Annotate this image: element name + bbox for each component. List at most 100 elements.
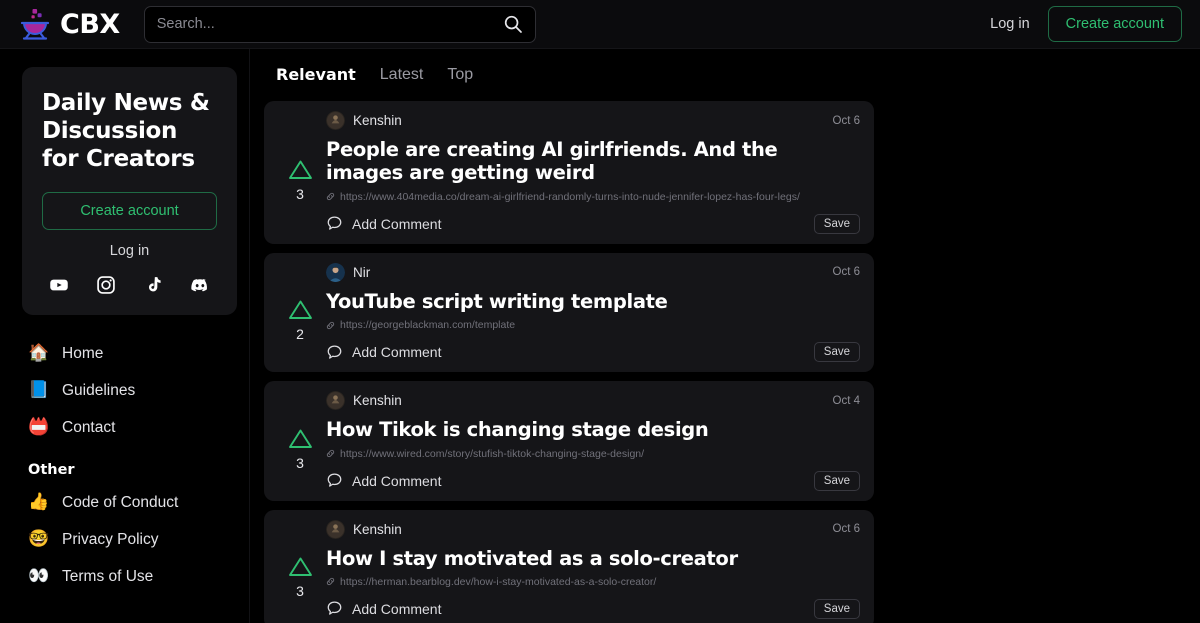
- save-button[interactable]: Save: [813, 213, 860, 234]
- comment-bubble-icon: [327, 216, 342, 230]
- post-title[interactable]: How I stay motivated as a solo-creator: [326, 547, 860, 570]
- sidebar-item-label: Privacy Policy: [62, 530, 159, 548]
- top-bar-actions: Log in Create account: [990, 6, 1182, 42]
- login-link[interactable]: Log in: [990, 16, 1030, 32]
- post-feed: 3 Kenshin Oct 6 People are creating AI g: [264, 101, 874, 623]
- post-header: Kenshin Oct 4: [326, 391, 860, 411]
- youtube-icon[interactable]: [49, 275, 69, 295]
- brand-logo[interactable]: CBX: [18, 7, 120, 41]
- add-comment-button[interactable]: Add Comment: [326, 215, 441, 232]
- discord-icon[interactable]: [190, 275, 210, 295]
- search-bar[interactable]: [143, 5, 536, 43]
- sidebar-nav: 🏠 Home 📘 Guidelines 📛 Contact Other 👍 Co…: [0, 335, 249, 595]
- add-comment-button[interactable]: Add Comment: [326, 600, 441, 617]
- search-input[interactable]: [156, 16, 503, 32]
- post-url[interactable]: https://georgeblackman.com/template: [326, 319, 860, 331]
- eyes-icon: 👀: [28, 566, 50, 587]
- post-author[interactable]: Nir: [353, 265, 370, 280]
- save-button[interactable]: Save: [813, 470, 860, 491]
- post-card[interactable]: 2 Nir Oct 6 YouTube script writing templ: [264, 252, 874, 373]
- sidebar-item-label: Terms of Use: [62, 567, 154, 585]
- link-icon: [326, 193, 335, 201]
- sidebar-item-contact[interactable]: 📛 Contact: [28, 409, 249, 446]
- link-icon: [326, 449, 335, 458]
- sidebar-item-label: Home: [62, 344, 104, 362]
- sidebar-item-label: Contact: [62, 418, 116, 436]
- comment-bubble-icon: [327, 473, 342, 487]
- post-url-text: https://georgeblackman.com/template: [340, 319, 516, 332]
- post-footer: Add Comment Save: [326, 213, 860, 234]
- post-header: Kenshin Oct 6: [326, 519, 860, 539]
- nir-avatar[interactable]: [326, 262, 345, 282]
- post-author[interactable]: Kenshin: [353, 522, 402, 537]
- create-account-button[interactable]: Create account: [1047, 6, 1182, 42]
- blue-book-icon: 📘: [28, 380, 50, 401]
- vote-control[interactable]: 3: [274, 520, 326, 619]
- post-title[interactable]: YouTube script writing template: [326, 290, 860, 313]
- upvote-triangle-icon[interactable]: [287, 158, 314, 182]
- save-button[interactable]: Save: [813, 342, 860, 363]
- name-badge-icon: 📛: [28, 417, 50, 438]
- vote-count: 2: [296, 326, 304, 343]
- comment-bubble-icon: [327, 345, 342, 359]
- promo-card: Daily News & Discussion for Creators Cre…: [22, 67, 237, 316]
- tab-relevant[interactable]: Relevant: [276, 65, 356, 84]
- kenshin-avatar[interactable]: [326, 519, 345, 539]
- post-card[interactable]: 3 Kenshin Oct 6 People are creating AI g: [264, 101, 874, 244]
- vote-control[interactable]: 3: [274, 111, 326, 234]
- link-icon: [326, 578, 335, 586]
- tab-top[interactable]: Top: [447, 66, 473, 84]
- comment-bubble-icon: [327, 601, 342, 616]
- vote-control[interactable]: 3: [274, 391, 326, 490]
- instagram-icon[interactable]: [96, 275, 116, 295]
- sidebar-item-home[interactable]: 🏠 Home: [28, 335, 249, 372]
- post-url-text: https://www.wired.com/story/stufish-tikt…: [340, 447, 645, 460]
- add-comment-label: Add Comment: [352, 472, 442, 489]
- post-url-text: https://www.404media.co/dream-ai-girlfri…: [340, 190, 800, 203]
- post-date: Oct 6: [832, 266, 860, 279]
- post-author[interactable]: Kenshin: [353, 113, 402, 128]
- search-icon[interactable]: [503, 14, 523, 34]
- kenshin-avatar[interactable]: [326, 391, 345, 411]
- kenshin-avatar[interactable]: [326, 111, 345, 130]
- post-url[interactable]: https://www.404media.co/dream-ai-girlfri…: [326, 191, 860, 203]
- sidebar-item-guidelines[interactable]: 📘 Guidelines: [28, 372, 249, 409]
- vote-count: 3: [296, 186, 304, 203]
- add-comment-button[interactable]: Add Comment: [326, 344, 441, 361]
- post-url[interactable]: https://herman.bearblog.dev/how-i-stay-m…: [326, 576, 860, 588]
- post-body: Kenshin Oct 4 How Tikok is changing stag…: [326, 391, 860, 491]
- post-header: Nir Oct 6: [326, 262, 860, 282]
- tab-latest[interactable]: Latest: [380, 66, 424, 84]
- save-button[interactable]: Save: [813, 598, 860, 619]
- vote-control[interactable]: 2: [274, 263, 326, 362]
- page-body: Daily News & Discussion for Creators Cre…: [0, 49, 1200, 623]
- post-author[interactable]: Kenshin: [353, 393, 402, 408]
- post-url-text: https://herman.bearblog.dev/how-i-stay-m…: [340, 575, 657, 588]
- post-title[interactable]: How Tikok is changing stage design: [326, 418, 860, 441]
- social-links: [42, 275, 217, 295]
- sidebar-section-heading-other: Other: [28, 462, 75, 479]
- post-body: Kenshin Oct 6 People are creating AI gir…: [326, 111, 860, 234]
- sidebar-create-account-button[interactable]: Create account: [42, 192, 217, 231]
- post-card[interactable]: 3 Kenshin Oct 6 How I stay motivated as: [264, 509, 874, 623]
- thumbs-up-icon: 👍: [28, 492, 50, 513]
- promo-title: Daily News & Discussion for Creators: [42, 90, 210, 173]
- post-date: Oct 4: [832, 394, 860, 407]
- main-content: Relevant Latest Top 3 Kenshin Oct 6 Peop…: [250, 49, 1200, 623]
- sidebar: Daily News & Discussion for Creators Cre…: [0, 49, 250, 623]
- upvote-triangle-icon[interactable]: [287, 427, 314, 451]
- sidebar-login-link[interactable]: Log in: [42, 243, 217, 259]
- post-url[interactable]: https://www.wired.com/story/stufish-tikt…: [326, 448, 860, 460]
- sidebar-item-code-of-conduct[interactable]: 👍 Code of Conduct: [28, 484, 249, 521]
- post-footer: Add Comment Save: [326, 470, 860, 491]
- post-title[interactable]: People are creating AI girlfriends. And …: [326, 138, 860, 185]
- vote-count: 3: [296, 454, 304, 471]
- sidebar-item-privacy-policy[interactable]: 🤓 Privacy Policy: [28, 521, 249, 558]
- add-comment-button[interactable]: Add Comment: [326, 472, 441, 489]
- post-card[interactable]: 3 Kenshin Oct 4 How Tikok is changing st: [264, 381, 874, 501]
- tiktok-icon[interactable]: [143, 275, 163, 295]
- sidebar-item-terms-of-use[interactable]: 👀 Terms of Use: [28, 558, 249, 595]
- upvote-triangle-icon[interactable]: [287, 298, 314, 322]
- upvote-triangle-icon[interactable]: [287, 555, 314, 579]
- post-date: Oct 6: [832, 523, 860, 536]
